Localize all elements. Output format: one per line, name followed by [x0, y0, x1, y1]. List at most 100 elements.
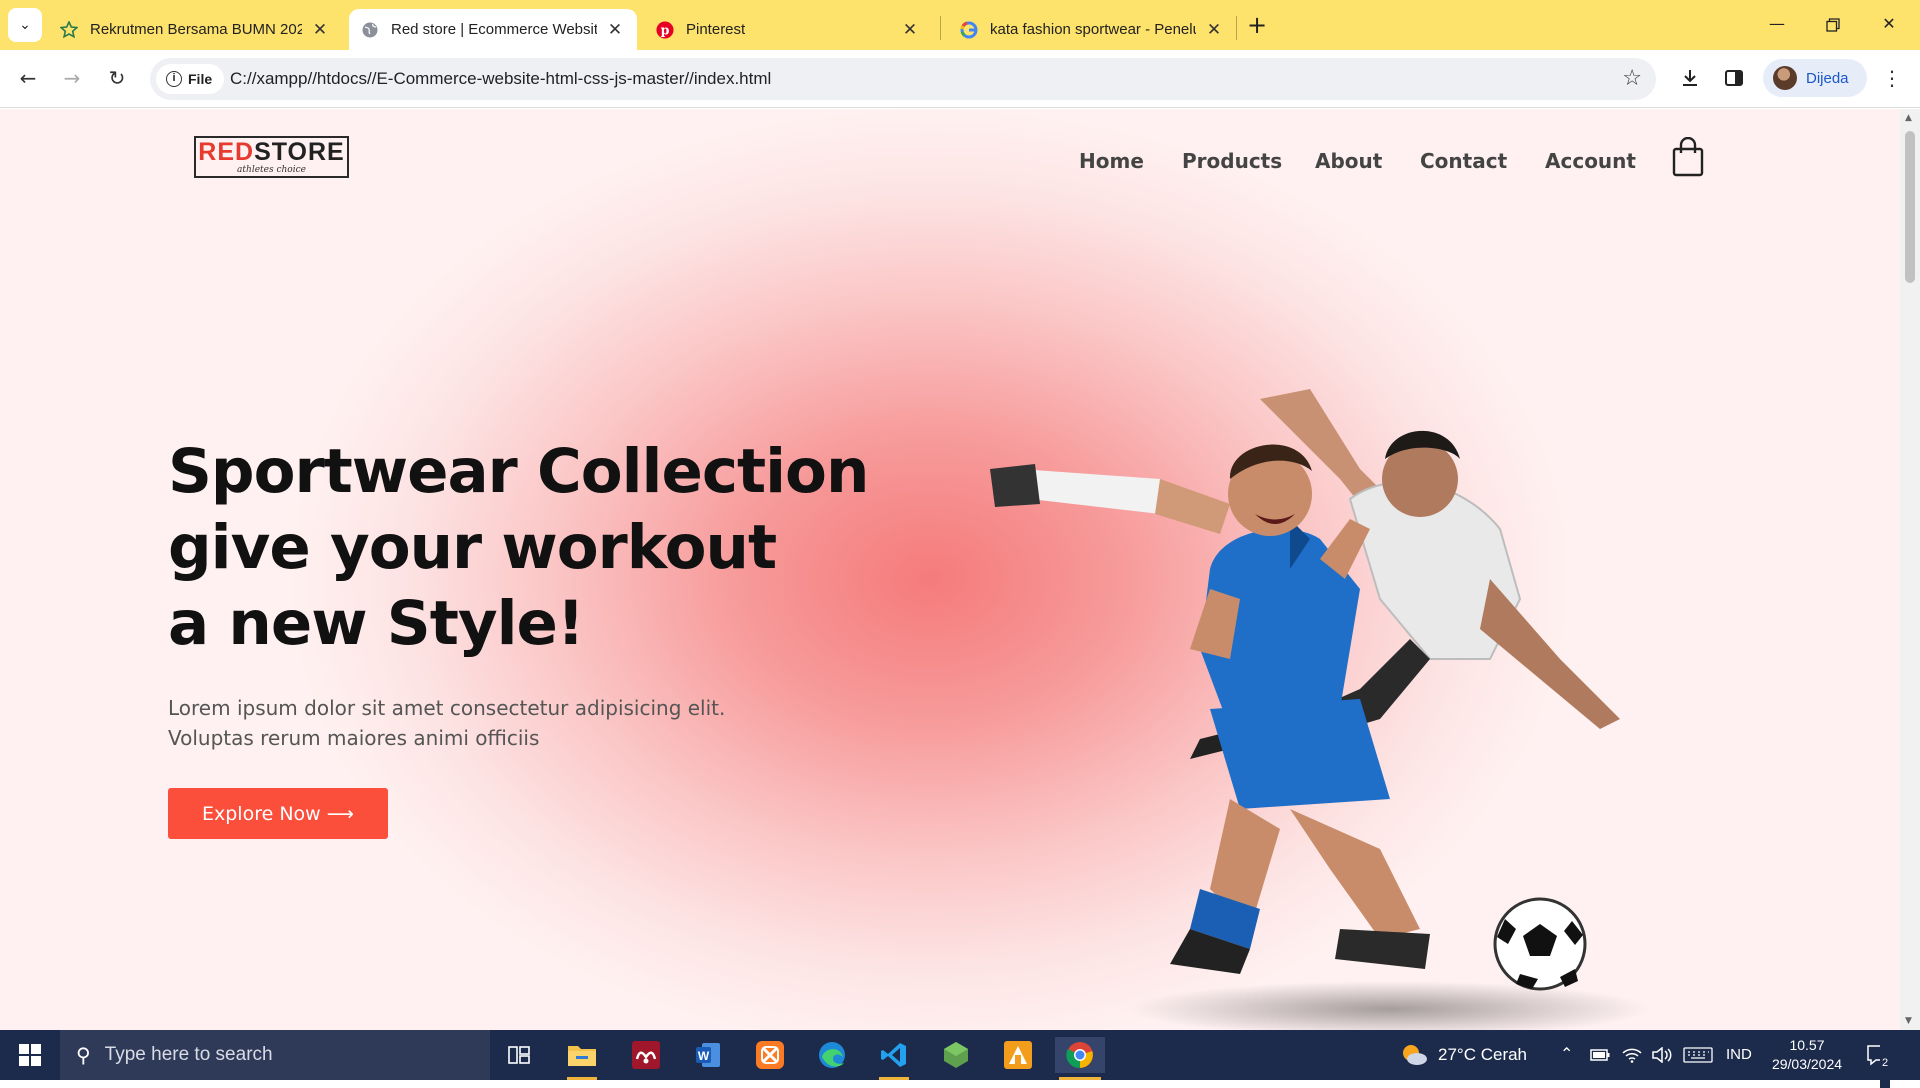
tab-title: Pinterest: [686, 21, 746, 38]
globe-icon: [361, 21, 379, 39]
windows-logo-icon: [19, 1044, 41, 1066]
close-icon[interactable]: ✕: [1204, 20, 1224, 40]
redstore-logo[interactable]: REDSTORE athletes choice: [194, 136, 349, 178]
tab-title: Red store | Ecommerce Website: [391, 21, 597, 38]
google-icon: [960, 21, 978, 39]
file-label: File: [188, 71, 213, 87]
svg-text:W: W: [698, 1049, 710, 1063]
logo-tagline: athletes choice: [237, 164, 306, 175]
profile-name: Dijeda: [1806, 69, 1849, 87]
microsoft-edge-icon[interactable]: [813, 1037, 851, 1073]
vscode-icon[interactable]: [875, 1037, 913, 1080]
notification-center-button[interactable]: 2: [1866, 1030, 1906, 1088]
tab-separator: [1236, 16, 1237, 40]
new-tab-button[interactable]: +: [1241, 10, 1273, 42]
input-language[interactable]: IND: [1726, 1030, 1752, 1080]
close-icon[interactable]: ✕: [310, 20, 330, 40]
arrow-left-icon: ←: [19, 66, 37, 90]
scrollbar-thumb[interactable]: [1905, 131, 1915, 283]
hero-title: Sportwear Collection give your workout a…: [168, 434, 908, 662]
tab-title: kata fashion sportwear - Penelu: [990, 21, 1196, 38]
site-info-chip[interactable]: i File: [156, 64, 225, 94]
tab-search-button[interactable]: ⌄: [8, 8, 42, 42]
nav-about[interactable]: About: [1315, 149, 1382, 173]
more-vertical-icon: ⋮: [1882, 66, 1902, 90]
battery-icon[interactable]: [1590, 1030, 1610, 1080]
page-scrollbar[interactable]: ▲ ▼: [1900, 109, 1920, 1030]
hero-title-line: give your workout: [168, 512, 777, 583]
close-icon[interactable]: ✕: [605, 20, 625, 40]
info-icon: i: [166, 71, 182, 87]
wifi-icon[interactable]: [1622, 1030, 1642, 1080]
logo-red-text: RED: [198, 137, 255, 166]
bookmark-star-icon[interactable]: ☆: [1622, 66, 1642, 91]
weather-widget[interactable]: 27°C Cerah: [1400, 1030, 1527, 1080]
chevron-down-icon: ⌄: [19, 17, 31, 33]
volume-icon[interactable]: [1652, 1030, 1672, 1080]
search-icon: ⚲: [76, 1044, 91, 1067]
nav-products[interactable]: Products: [1182, 149, 1282, 173]
mendeley-icon[interactable]: [627, 1037, 665, 1073]
download-icon: [1683, 70, 1697, 86]
explore-now-button[interactable]: Explore Now ⟶: [168, 788, 388, 839]
side-panel-button[interactable]: [1716, 60, 1752, 96]
chevron-up-icon: ⌃: [1560, 1046, 1574, 1063]
xampp-icon[interactable]: [751, 1037, 789, 1073]
tab-rekrutmen[interactable]: Rekrutmen Bersama BUMN 202 ✕: [48, 9, 342, 50]
browser-tab-strip: ⌄ Rekrutmen Bersama BUMN 202 ✕ Red store…: [0, 0, 1920, 50]
arrow-right-icon: →: [63, 66, 81, 90]
taskbar-search-box[interactable]: ⚲ Type here to search: [60, 1030, 490, 1080]
close-window-button[interactable]: ✕: [1862, 6, 1916, 42]
nav-home[interactable]: Home: [1079, 149, 1144, 173]
taskbar-search-placeholder: Type here to search: [104, 1044, 273, 1065]
weather-text: 27°C Cerah: [1438, 1045, 1528, 1064]
task-view-icon[interactable]: [500, 1037, 538, 1073]
football-players-image: [990, 389, 1650, 1030]
keyboard-icon[interactable]: [1683, 1030, 1713, 1080]
hero-subtitle: Lorem ipsum dolor sit amet consectetur a…: [168, 693, 808, 753]
clock-date: 29/03/2024: [1771, 1056, 1843, 1072]
clock[interactable]: 10.57 29/03/2024: [1762, 1030, 1852, 1080]
microsoft-word-icon[interactable]: W: [689, 1037, 727, 1073]
tab-redstore[interactable]: Red store | Ecommerce Website ✕: [349, 9, 637, 50]
clock-time: 10.57: [1789, 1037, 1825, 1053]
downloads-button[interactable]: [1672, 60, 1708, 96]
file-explorer-icon[interactable]: [563, 1037, 601, 1080]
reload-icon: ↻: [108, 66, 126, 90]
forward-button[interactable]: →: [54, 60, 90, 96]
nodejs-icon[interactable]: [937, 1037, 975, 1073]
back-button[interactable]: ←: [10, 60, 46, 96]
browser-menu-button[interactable]: ⋮: [1874, 60, 1910, 96]
restore-button[interactable]: [1806, 6, 1860, 42]
bumn-star-icon: [60, 20, 78, 39]
browser-toolbar: ← → ↻ i File C://xampp//htdocs//E-Commer…: [0, 50, 1920, 108]
logo-dark-text: STORE: [254, 137, 345, 166]
address-bar[interactable]: i File C://xampp//htdocs//E-Commerce-web…: [150, 58, 1656, 100]
notification-count: 2: [1880, 1038, 1891, 1088]
hero-subtitle-line: Lorem ipsum dolor sit amet consectetur a…: [168, 696, 726, 720]
nav-contact[interactable]: Contact: [1420, 149, 1507, 173]
app-triangle-icon[interactable]: [999, 1037, 1037, 1073]
cart-icon[interactable]: [1672, 136, 1704, 177]
tab-google-search[interactable]: kata fashion sportwear - Penelu ✕: [948, 9, 1236, 50]
hero-title-line: Sportwear Collection: [168, 436, 869, 507]
close-icon[interactable]: ✕: [900, 20, 920, 40]
show-hidden-icons-button[interactable]: ⌃: [1560, 1030, 1573, 1080]
start-button[interactable]: [0, 1030, 60, 1080]
hero-title-line: a new Style!: [168, 588, 585, 659]
scroll-down-icon[interactable]: ▼: [1905, 1016, 1912, 1026]
avatar: [1773, 66, 1797, 90]
url-text[interactable]: C://xampp//htdocs//E-Commerce-website-ht…: [230, 58, 771, 100]
weather-cloud-sun-icon: [1403, 1045, 1427, 1065]
nav-account[interactable]: Account: [1545, 149, 1636, 173]
page-viewport: REDSTORE athletes choice Home Products A…: [0, 109, 1900, 1030]
profile-button[interactable]: Dijeda: [1763, 59, 1867, 97]
chrome-icon[interactable]: [1055, 1037, 1105, 1080]
tab-separator: [940, 16, 941, 40]
reload-button[interactable]: ↻: [99, 60, 135, 96]
minimize-button[interactable]: —: [1750, 6, 1804, 42]
scroll-up-icon[interactable]: ▲: [1905, 113, 1912, 123]
tab-pinterest[interactable]: p Pinterest ✕: [644, 9, 932, 50]
side-panel-icon: [1725, 70, 1743, 86]
svg-text:p: p: [661, 22, 670, 37]
